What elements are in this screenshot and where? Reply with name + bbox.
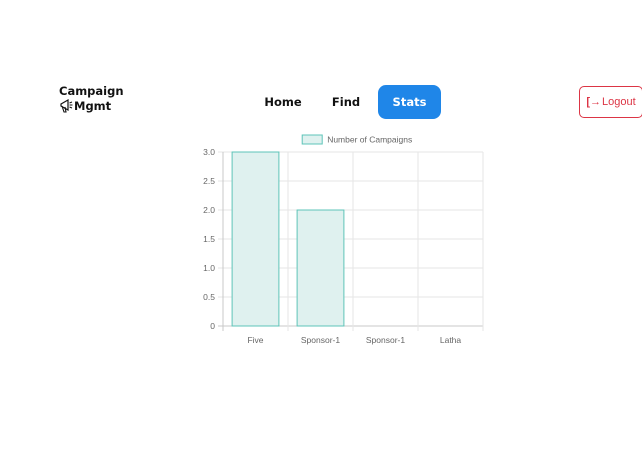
nav-find-link[interactable]: Find [314,85,378,119]
campaigns-bar-chart: 0 0.5 1.0 1.5 2.0 2.5 3.0 Five Sponsor-1 Sponsor-… [180,128,490,353]
y-tick-label: 1.5 [203,234,215,244]
brand-line2: Mgmt [74,99,112,113]
brand-line1: Campaign [59,84,124,98]
x-tick-label: Sponsor-1 [301,335,340,345]
y-tick-label: 2.0 [203,205,215,215]
chart-svg: 0 0.5 1.0 1.5 2.0 2.5 3.0 Five Sponsor-1 Sponsor-… [203,134,484,345]
logout-button[interactable]: [→ Logout [579,86,642,118]
nav-stats-link[interactable]: Stats [378,85,441,119]
y-tick-label: 0.5 [203,292,215,302]
logout-label: Logout [602,96,636,108]
bar [296,209,345,327]
y-tick-label: 1.0 [203,263,215,273]
sign-out-icon: [→ [586,96,601,108]
nav-home-link[interactable]: Home [252,85,314,119]
brand-logo[interactable]: Campaign Mgmt [59,84,124,114]
y-tick-label: 0 [210,321,215,331]
x-tick-label: Five [247,335,263,345]
legend-label: Number of Campaigns [327,135,412,145]
megaphone-icon [60,98,73,113]
main-nav: Home Find Stats [252,85,441,119]
x-tick-label: Sponsor-1 [366,335,405,345]
x-tick-label: Latha [440,335,462,345]
y-tick-label: 3.0 [203,147,215,157]
legend-swatch [301,134,323,145]
y-tick-label: 2.5 [203,176,215,186]
bar [231,151,280,327]
